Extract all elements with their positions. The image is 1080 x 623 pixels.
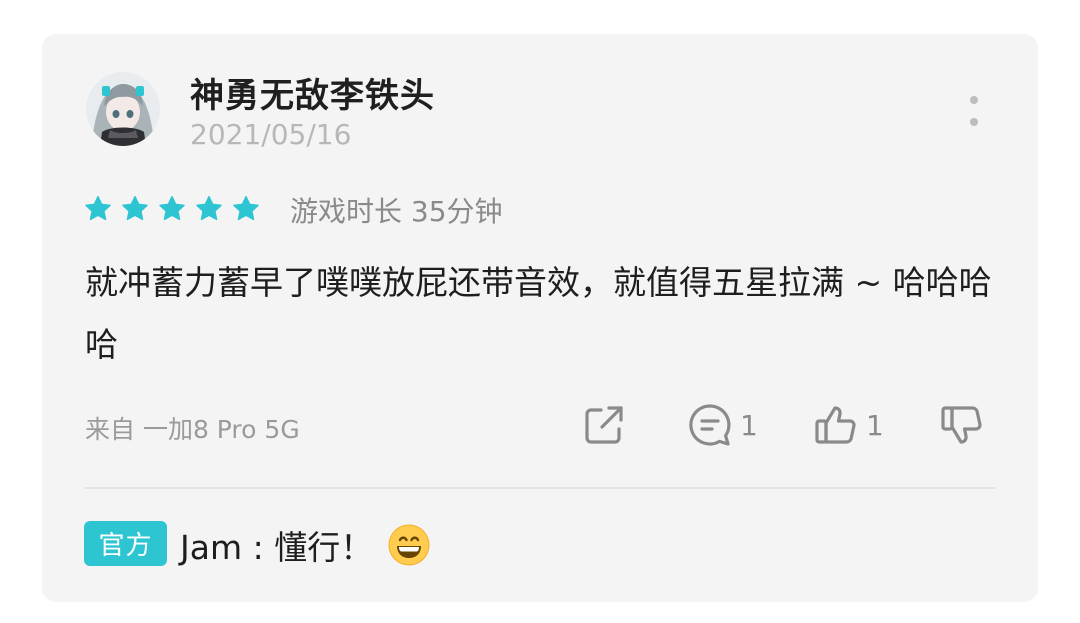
official-reply: Jam : 懂行！ (180, 522, 431, 567)
review-date: 2021/05/16 (190, 118, 352, 151)
review-text: 就冲蓄力蓄早了噗噗放屁还带音效，就值得五星拉满 ~ 哈哈哈哈 (85, 263, 992, 364)
star-rating (83, 194, 261, 224)
username[interactable]: 神勇无敌李铁头 (190, 68, 435, 117)
like-button[interactable]: 1 (812, 400, 884, 450)
star-icon (85, 196, 111, 221)
official-badge: 官方 (84, 521, 167, 566)
comment-count: 1 (740, 408, 758, 442)
share-button[interactable] (580, 400, 628, 450)
review-card: 神勇无敌李铁头 2021/05/16 游戏时长 35分钟 就冲蓄力蓄早了噗噗放屁… (42, 34, 1038, 602)
official-reply-text: Jam : 懂行！ (180, 527, 374, 567)
dislike-button[interactable] (938, 400, 986, 450)
thumbs-up-icon (815, 406, 856, 444)
share-icon (585, 406, 623, 444)
section-divider (85, 487, 995, 489)
user-avatar[interactable] (86, 72, 160, 146)
like-count: 1 (866, 408, 884, 442)
star-icon (159, 196, 185, 221)
star-icon (233, 196, 259, 221)
comment-icon (689, 404, 731, 446)
comment-button[interactable]: 1 (686, 400, 758, 450)
playtime-label: 游戏时长 35分钟 (290, 195, 503, 228)
more-options-icon[interactable] (962, 94, 986, 128)
device-label: 来自 一加8 Pro 5G (85, 415, 300, 444)
thumbs-down-icon (941, 406, 982, 444)
grinning-face-emoji-icon (388, 524, 430, 565)
star-icon (196, 196, 222, 221)
star-icon (122, 196, 148, 221)
